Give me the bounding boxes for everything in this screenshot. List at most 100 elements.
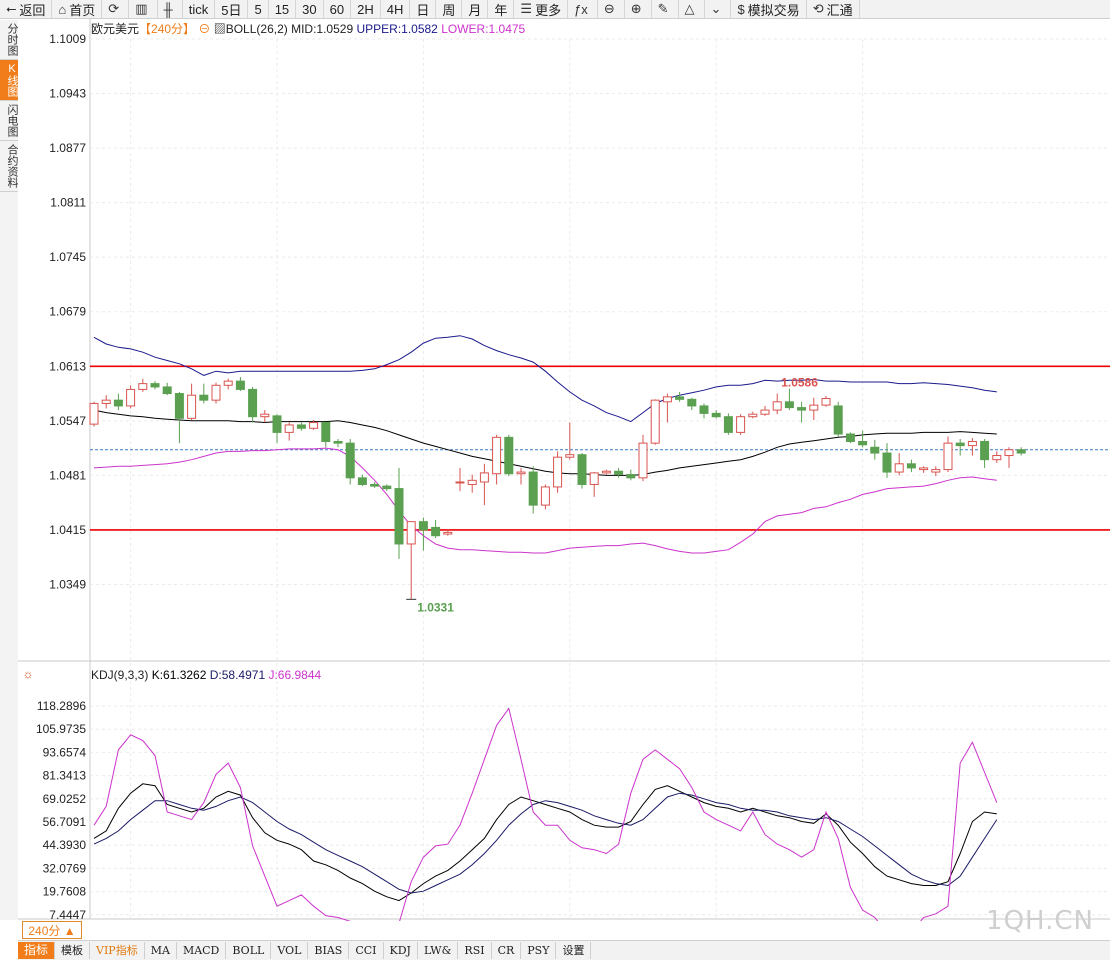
candle-body bbox=[894, 463, 904, 473]
candle-body bbox=[284, 424, 294, 433]
indicator-tab-1[interactable]: 模板 bbox=[55, 942, 91, 959]
kdj-y-tick-label: 118.2896 bbox=[37, 699, 86, 713]
indicator-tab-14[interactable]: 设置 bbox=[556, 942, 592, 959]
candle-body bbox=[748, 413, 758, 418]
toolbar: ⭠ 返回 ⌂ 首页 ⟳ ▥ ╫ tick 5日 5 15 30 60 2H 4H 日周月年 ☰ 更多 ƒx ⊖ ⊕ ✎ △ ⌄… bbox=[0, 0, 1110, 19]
candle bbox=[577, 453, 587, 489]
candle-body bbox=[919, 467, 929, 471]
period-selector-button[interactable]: 240分 ▲ bbox=[22, 921, 82, 939]
low-price-label: 1.0331 bbox=[417, 600, 454, 614]
kdj-indicator-name: KDJ(9,3,3) bbox=[91, 668, 152, 682]
side-tab-3[interactable]: 合约资料 bbox=[0, 141, 18, 192]
candle-body bbox=[858, 440, 868, 446]
home-button[interactable]: ⌂ 首页 bbox=[52, 0, 103, 18]
period-month[interactable]: 月 bbox=[462, 0, 489, 18]
more-button[interactable]: ☰ 更多 bbox=[514, 0, 569, 18]
period-tick[interactable]: tick bbox=[183, 0, 216, 18]
side-tab-1[interactable]: K线图 bbox=[0, 60, 18, 101]
candle-body bbox=[113, 399, 123, 407]
period-5[interactable]: 5 bbox=[248, 0, 269, 18]
back-button[interactable]: ⭠ 返回 bbox=[0, 0, 53, 18]
candle-body bbox=[174, 393, 184, 419]
candle-body bbox=[516, 471, 526, 475]
indicator-tabs: 指标 模板 VIP指标 MA MACD BOLL VOL BIAS CCI KDJ LW& RSI CR… bbox=[18, 940, 1110, 960]
refresh-button[interactable]: ⟳ bbox=[102, 0, 130, 18]
indicator-tab-5[interactable]: BOLL bbox=[226, 942, 272, 959]
period-label: 【240分】 bbox=[139, 22, 195, 36]
boll-legend: 欧元美元【240分】 ⊖ ▨BOLL(26,2) MID:1.0529 UPPE… bbox=[91, 22, 526, 36]
period-15[interactable]: 15 bbox=[269, 0, 297, 18]
candle-body bbox=[626, 474, 636, 479]
side-tab-0[interactable]: 分时图 bbox=[0, 20, 18, 60]
indicator-tab-3[interactable]: MA bbox=[145, 942, 177, 959]
sim-trade-button[interactable]: $ 模拟交易 bbox=[731, 0, 807, 18]
candle bbox=[553, 451, 563, 493]
shape-menu-button[interactable]: ⌄ bbox=[705, 0, 732, 18]
indicator-tab-12[interactable]: CR bbox=[492, 942, 522, 959]
indicator-tab-7[interactable]: BIAS bbox=[308, 942, 350, 959]
candle-body bbox=[1004, 449, 1014, 457]
zoom-out-button[interactable]: ⊖ bbox=[598, 0, 625, 18]
candle bbox=[345, 439, 355, 485]
period-60[interactable]: 60 bbox=[324, 0, 352, 18]
period-30[interactable]: 30 bbox=[296, 0, 324, 18]
candle-body bbox=[589, 472, 599, 485]
candle-body bbox=[211, 384, 221, 401]
side-tab-2[interactable]: 闪电图 bbox=[0, 101, 18, 141]
pen-icon: ✎ bbox=[657, 1, 669, 16]
kdj-j-value: J:66.9844 bbox=[268, 668, 321, 682]
candle-body bbox=[809, 404, 819, 411]
period-2h[interactable]: 2H bbox=[351, 0, 381, 18]
candle-body bbox=[553, 456, 563, 488]
period-tick-label: tick bbox=[188, 1, 209, 17]
period-4h[interactable]: 4H bbox=[381, 0, 411, 18]
period-15-label: 15 bbox=[274, 1, 290, 17]
candle-body bbox=[882, 452, 892, 473]
indicator-tab-0[interactable]: 指标 bbox=[18, 942, 56, 959]
indicator-tab-2[interactable]: VIP指标 bbox=[90, 942, 145, 959]
indicator-tab-11[interactable]: RSI bbox=[458, 942, 492, 959]
period-5day-label: 5日 bbox=[221, 2, 242, 18]
indicator-tab-10[interactable]: LW& bbox=[418, 942, 459, 959]
indicator-tab-9[interactable]: KDJ bbox=[384, 942, 418, 959]
menu-icon: ☰ bbox=[520, 1, 533, 16]
period-day[interactable]: 日 bbox=[410, 0, 437, 18]
main-y-tick-label: 1.0943 bbox=[49, 87, 86, 101]
shape-button[interactable]: △ bbox=[679, 0, 705, 18]
indicator-tab-6[interactable]: VOL bbox=[271, 942, 309, 959]
main-y-tick-label: 1.0745 bbox=[49, 250, 86, 264]
candle-body bbox=[138, 383, 148, 390]
period-week[interactable]: 周 bbox=[436, 0, 463, 18]
candle-body bbox=[162, 386, 172, 395]
candle-type-button[interactable]: ╫ bbox=[158, 0, 183, 18]
more-button-label: 更多 bbox=[535, 2, 562, 18]
candle-body bbox=[467, 479, 477, 485]
indicator-tab-13[interactable]: PSY bbox=[521, 942, 557, 959]
draw-button[interactable]: ✎ bbox=[652, 0, 679, 18]
zoom-in-button[interactable]: ⊕ bbox=[625, 0, 652, 18]
candle-body bbox=[906, 463, 916, 469]
candle-body bbox=[272, 415, 282, 433]
candle-body bbox=[931, 469, 941, 473]
indicator-tab-8[interactable]: CCI bbox=[349, 942, 384, 959]
period-year[interactable]: 年 bbox=[488, 0, 515, 18]
sync-icon: ⟲ bbox=[812, 1, 824, 16]
candle-body bbox=[760, 409, 770, 415]
period-5day[interactable]: 5日 bbox=[215, 0, 249, 18]
formula-button[interactable]: ƒx bbox=[568, 0, 598, 18]
period-5-label: 5 bbox=[254, 1, 262, 17]
huitong-button[interactable]: ⟲ 汇通 bbox=[807, 0, 860, 18]
candle-body bbox=[675, 396, 685, 400]
candle-body bbox=[870, 446, 880, 454]
main-y-tick-label: 1.0415 bbox=[49, 523, 86, 537]
chart-type-button[interactable]: ▥ bbox=[129, 0, 158, 18]
candle-body bbox=[431, 526, 441, 537]
indicator-tab-4[interactable]: MACD bbox=[177, 942, 227, 959]
candle-body bbox=[382, 485, 392, 490]
kdj-y-tick-label: 32.0769 bbox=[43, 861, 87, 875]
candle-body bbox=[1016, 449, 1026, 454]
candle-body bbox=[455, 481, 465, 484]
period-2h-label: 2H bbox=[357, 1, 374, 17]
kline-chart: 1.1009 1.0943 1.0877 1.0811 1.0745 1.0679 1.06… bbox=[18, 19, 1110, 921]
main-y-tick-label: 1.0877 bbox=[49, 141, 86, 155]
